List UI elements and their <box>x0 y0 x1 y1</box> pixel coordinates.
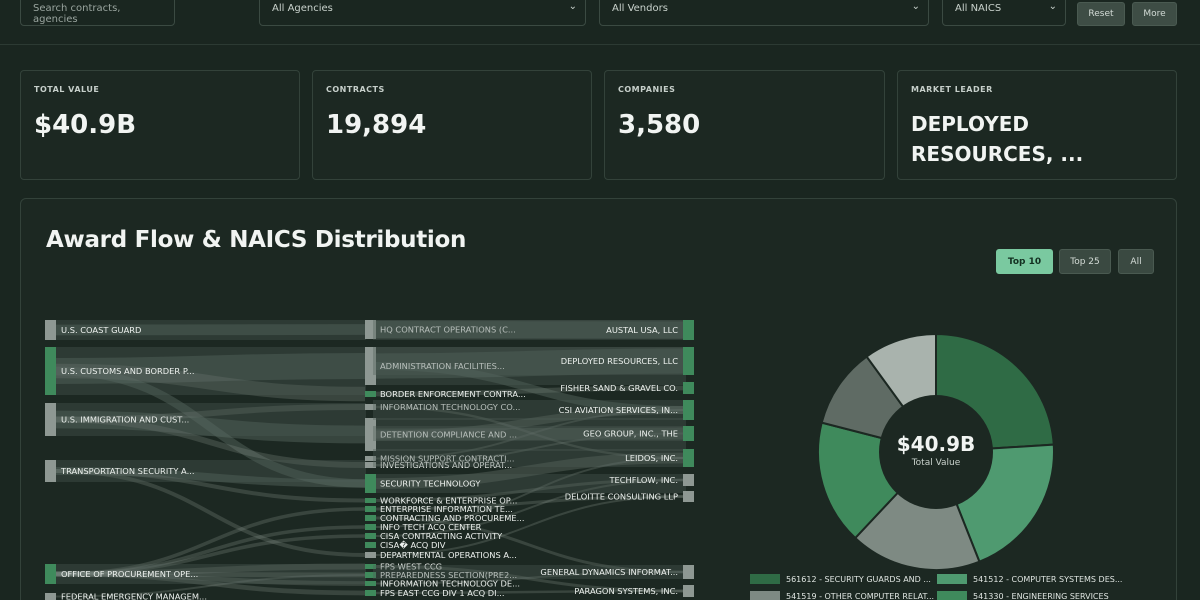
office-node <box>365 506 376 512</box>
legend-item[interactable]: 561612 - SECURITY GUARDS AND ... <box>750 574 931 584</box>
agency-node <box>45 320 56 340</box>
vendor-label: TECHFLOW, INC. <box>608 475 678 485</box>
office-node <box>365 474 376 493</box>
agency-label: OFFICE OF PROCUREMENT OPE... <box>61 569 198 579</box>
agency-label: U.S. CUSTOMS AND BORDER P... <box>61 366 194 376</box>
vendor-node <box>683 382 694 394</box>
office-node <box>365 391 376 397</box>
vendor-label: DEPLOYED RESOURCES, LLC <box>561 356 678 366</box>
legend-label: 561612 - SECURITY GUARDS AND ... <box>786 574 931 584</box>
office-node <box>365 533 376 539</box>
agency-label: TRANSPORTATION SECURITY A... <box>60 466 195 476</box>
agency-node <box>45 564 56 584</box>
legend-swatch <box>750 591 780 600</box>
agency-node <box>45 593 56 600</box>
vendor-node <box>683 585 694 597</box>
vendor-node <box>683 320 694 340</box>
vendor-label: LEIDOS, INC. <box>625 453 678 463</box>
office-label: SECURITY TECHNOLOGY <box>380 479 481 489</box>
award-flow-chart: U.S. COAST GUARD U.S. CUSTOMS AND BORDER … <box>45 320 1055 600</box>
donut-center-label: Total Value <box>911 458 961 468</box>
office-node <box>365 498 376 503</box>
office-label: FPS EAST CCG DIV 1 ACQ DI... <box>380 588 505 598</box>
legend-item[interactable]: 541519 - OTHER COMPUTER RELAT... <box>750 591 934 600</box>
office-node <box>365 581 376 586</box>
office-node <box>365 515 376 521</box>
agency-node <box>45 347 56 395</box>
vendor-label: GEO GROUP, INC., THE <box>583 429 678 439</box>
vendor-node <box>683 426 694 441</box>
legend-item[interactable]: 541330 - ENGINEERING SERVICES <box>937 591 1109 600</box>
legend-swatch <box>750 574 780 584</box>
agency-label: FEDERAL EMERGENCY MANAGEM... <box>61 592 207 600</box>
office-node <box>365 552 376 558</box>
agency-label: U.S. IMMIGRATION AND CUST... <box>61 415 189 425</box>
legend-swatch <box>937 591 967 600</box>
legend-item[interactable]: 541512 - COMPUTER SYSTEMS DES... <box>937 574 1122 584</box>
agency-node <box>45 460 56 482</box>
office-node <box>365 542 376 548</box>
office-label: DEPARTMENTAL OPERATIONS A... <box>380 550 517 560</box>
office-node <box>365 590 376 596</box>
vendor-node <box>683 400 694 420</box>
legend-label: 541512 - COMPUTER SYSTEMS DES... <box>973 574 1123 584</box>
sankey-chart: U.S. COAST GUARD U.S. CUSTOMS AND BORDER … <box>45 320 694 600</box>
vendor-node <box>683 449 694 467</box>
vendor-label: FISHER SAND & GRAVEL CO. <box>560 383 678 393</box>
office-label: INFORMATION TECHNOLOGY DE... <box>380 579 520 589</box>
vendor-node <box>683 491 694 502</box>
vendor-label: CSI AVIATION SERVICES, IN... <box>559 405 678 415</box>
office-node <box>365 524 376 530</box>
legend-label: 541330 - ENGINEERING SERVICES <box>973 591 1109 600</box>
legend-swatch <box>937 574 967 584</box>
vendor-label: DELOITTE CONSULTING LLP <box>565 492 678 502</box>
vendor-label: GENERAL DYNAMICS INFORMAT... <box>540 567 678 577</box>
vendor-node <box>683 474 694 486</box>
vendor-label: AUSTAL USA, LLC <box>606 325 678 335</box>
office-label: BORDER ENFORCEMENT CONTRA... <box>380 389 526 399</box>
naics-donut-chart: $40.9B Total Value <box>817 332 1055 571</box>
office-label: CISA� ACQ DIV <box>380 540 446 550</box>
vendor-label: PARAGON SYSTEMS, INC. <box>574 586 678 596</box>
agency-node <box>45 403 56 436</box>
agency-label: U.S. COAST GUARD <box>61 325 141 335</box>
donut-center-value: $40.9B <box>897 432 976 456</box>
legend-label: 541519 - OTHER COMPUTER RELAT... <box>786 591 935 600</box>
vendor-node <box>683 347 694 375</box>
vendor-node <box>683 565 694 579</box>
